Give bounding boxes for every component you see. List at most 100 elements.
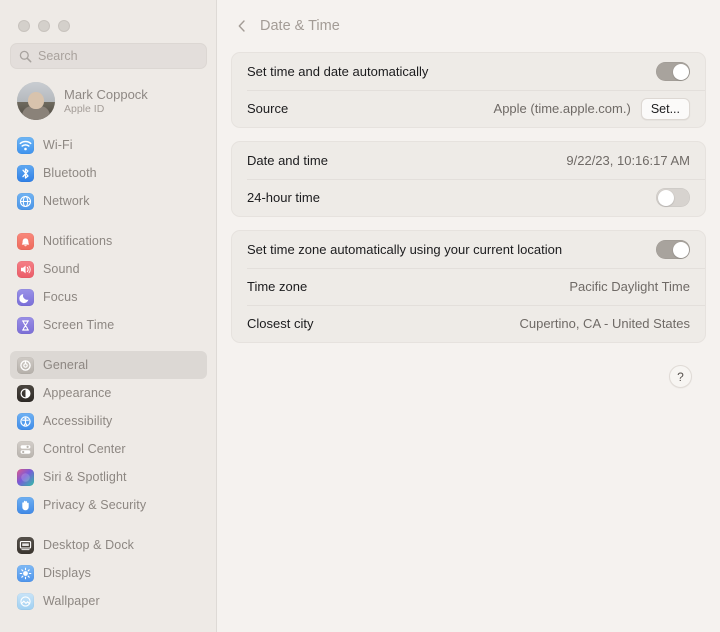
- set-source-button[interactable]: Set...: [640, 97, 690, 120]
- wifi-icon: [17, 136, 34, 154]
- accessibility-icon: [17, 412, 34, 430]
- toggle-set-time-and-date-automatically[interactable]: [656, 62, 690, 81]
- sidebar-group-system: Notifications Sound Focus Screen Time: [0, 227, 217, 339]
- row-closest-city[interactable]: Closest city Cupertino, CA - United Stat…: [232, 305, 705, 342]
- sidebar-item-label: Desktop & Dock: [43, 538, 135, 552]
- system-settings-window: Mark Coppock Apple ID Wi-Fi: [0, 0, 720, 632]
- row-label: Set time zone automatically using your c…: [247, 242, 563, 257]
- sidebar-item-sound[interactable]: Sound: [10, 255, 207, 283]
- moon-icon: [17, 288, 34, 306]
- search-input[interactable]: [38, 49, 198, 63]
- sidebar-item-network[interactable]: Network: [10, 187, 207, 215]
- search-icon: [19, 50, 32, 63]
- row-set-time-zone-automatically[interactable]: Set time zone automatically using your c…: [232, 231, 705, 268]
- sidebar-item-privacy-and-security[interactable]: Privacy & Security: [10, 491, 207, 519]
- search-container: [10, 43, 207, 69]
- row-24-hour-time[interactable]: 24-hour time: [232, 179, 705, 216]
- sidebar-group-general: General Appearance Accessibility Control…: [0, 351, 217, 519]
- row-value-date-and-time: 9/22/23, 10:16:17 AM: [566, 153, 690, 168]
- row-date-and-time[interactable]: Date and time 9/22/23, 10:16:17 AM: [232, 142, 705, 179]
- settings-card-automatic-time: Set time and date automatically Source A…: [231, 52, 706, 128]
- bluetooth-icon: [17, 164, 34, 182]
- row-source[interactable]: Source Apple (time.apple.com.) Set...: [232, 90, 705, 127]
- help-row: ?: [231, 356, 706, 388]
- row-label: Source: [247, 101, 289, 116]
- desktop-dock-icon: [17, 536, 34, 554]
- sidebar-item-label: Wallpaper: [43, 594, 100, 608]
- sidebar-item-label: Network: [43, 194, 90, 208]
- siri-icon: [17, 468, 34, 486]
- search-box[interactable]: [10, 43, 207, 69]
- sidebar-item-displays[interactable]: Displays: [10, 559, 207, 587]
- toggle-24-hour-time[interactable]: [656, 188, 690, 207]
- row-label: Date and time: [247, 153, 328, 168]
- sidebar-item-screen-time[interactable]: Screen Time: [10, 311, 207, 339]
- sidebar-item-label: Focus: [43, 290, 78, 304]
- back-button[interactable]: [231, 15, 253, 37]
- sidebar-item-general[interactable]: General: [10, 351, 207, 379]
- sidebar-item-focus[interactable]: Focus: [10, 283, 207, 311]
- network-globe-icon: [17, 192, 34, 210]
- avatar: [17, 82, 55, 120]
- wallpaper-icon: [17, 592, 34, 610]
- sidebar-item-desktop-and-dock[interactable]: Desktop & Dock: [10, 531, 207, 559]
- sidebar-item-label: Screen Time: [43, 318, 115, 332]
- row-label: Time zone: [247, 279, 308, 294]
- sidebar-item-label: Privacy & Security: [43, 498, 147, 512]
- sidebar-group-network: Wi-Fi Bluetooth Network: [0, 131, 217, 215]
- row-value-time-zone: Pacific Daylight Time: [569, 279, 690, 294]
- hourglass-icon: [17, 316, 34, 334]
- row-set-time-and-date-automatically[interactable]: Set time and date automatically: [232, 53, 705, 90]
- content-pane: Date & Time Set time and date automatica…: [217, 0, 720, 632]
- row-value-closest-city: Cupertino, CA - United States: [519, 316, 690, 331]
- sidebar-item-label: Appearance: [43, 386, 112, 400]
- sidebar-item-accessibility[interactable]: Accessibility: [10, 407, 207, 435]
- content-header: Date & Time: [217, 0, 720, 52]
- sidebar-item-label: General: [43, 358, 89, 372]
- account-name: Mark Coppock: [64, 86, 148, 102]
- apple-id-account-item[interactable]: Mark Coppock Apple ID: [10, 79, 207, 123]
- sidebar-item-wallpaper[interactable]: Wallpaper: [10, 587, 207, 615]
- settings-panel: Set time and date automatically Source A…: [217, 52, 720, 388]
- sidebar: Mark Coppock Apple ID Wi-Fi: [0, 0, 217, 632]
- settings-card-time-zone: Set time zone automatically using your c…: [231, 230, 706, 343]
- appearance-icon: [17, 384, 34, 402]
- bell-icon: [17, 232, 34, 250]
- sidebar-item-siri-and-spotlight[interactable]: Siri & Spotlight: [10, 463, 207, 491]
- sidebar-item-label: Bluetooth: [43, 166, 97, 180]
- account-text: Mark Coppock Apple ID: [64, 87, 148, 116]
- sidebar-item-label: Accessibility: [43, 414, 113, 428]
- window-traffic-lights: [0, 0, 217, 32]
- settings-card-date-and-time: Date and time 9/22/23, 10:16:17 AM 24-ho…: [231, 141, 706, 217]
- row-time-zone[interactable]: Time zone Pacific Daylight Time: [232, 268, 705, 305]
- sidebar-item-notifications[interactable]: Notifications: [10, 227, 207, 255]
- control-center-icon: [17, 440, 34, 458]
- sidebar-item-appearance[interactable]: Appearance: [10, 379, 207, 407]
- sidebar-item-label: Notifications: [43, 234, 113, 248]
- sidebar-item-control-center[interactable]: Control Center: [10, 435, 207, 463]
- speaker-icon: [17, 260, 34, 278]
- row-label: Closest city: [247, 316, 314, 331]
- page-title: Date & Time: [260, 18, 340, 34]
- row-label: 24-hour time: [247, 190, 320, 205]
- account-subtitle: Apple ID: [64, 102, 105, 115]
- sidebar-item-bluetooth[interactable]: Bluetooth: [10, 159, 207, 187]
- row-label: Set time and date automatically: [247, 64, 429, 79]
- sidebar-item-label: Displays: [43, 566, 92, 580]
- close-button[interactable]: [18, 19, 30, 32]
- sidebar-group-desktop: Desktop & Dock Displays Wallpaper: [0, 531, 217, 615]
- gear-icon: [17, 356, 34, 374]
- chevron-left-icon: [238, 20, 245, 32]
- minimize-button[interactable]: [38, 19, 50, 32]
- sidebar-item-label: Siri & Spotlight: [43, 470, 127, 484]
- sidebar-item-wi-fi[interactable]: Wi-Fi: [10, 131, 207, 159]
- sidebar-nav: Wi-Fi Bluetooth Network Notifications So…: [0, 131, 217, 615]
- toggle-set-time-zone-automatically[interactable]: [656, 240, 690, 259]
- sidebar-item-label: Wi-Fi: [43, 138, 73, 152]
- sidebar-item-label: Sound: [43, 262, 80, 276]
- row-value-source: Apple (time.apple.com.): [493, 101, 631, 116]
- zoom-button[interactable]: [58, 19, 70, 32]
- help-button[interactable]: ?: [669, 365, 692, 388]
- display-brightness-icon: [17, 564, 34, 582]
- hand-privacy-icon: [17, 496, 34, 514]
